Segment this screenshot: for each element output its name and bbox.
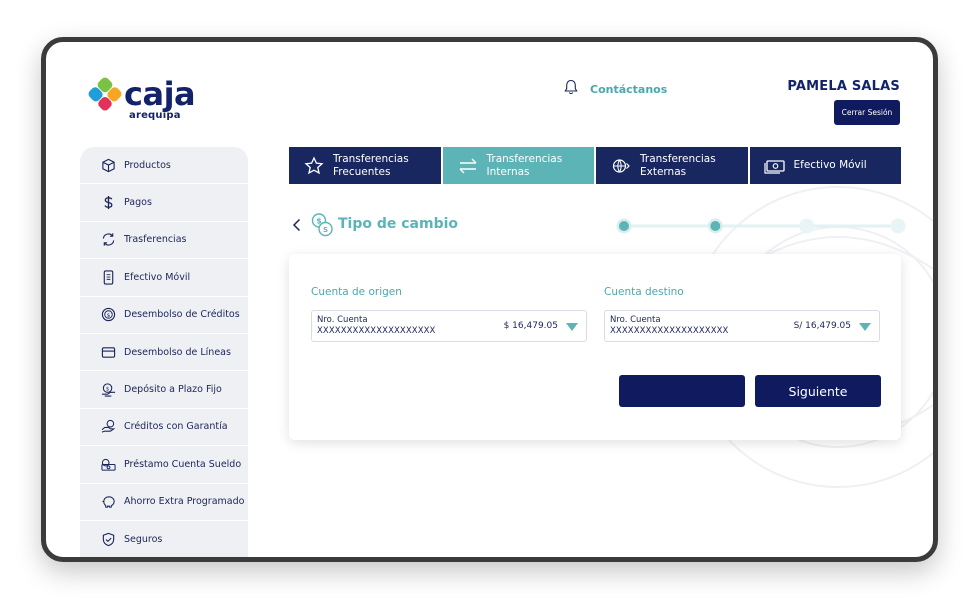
sidebar-item-desembolso-lineas[interactable]: Desembolso de Líneas (80, 334, 248, 372)
card-icon (100, 344, 116, 360)
brand-name: caja (124, 75, 196, 113)
sidebar-item-label: Préstamo Cuenta Sueldo (124, 458, 242, 470)
sidebar-item-seguros[interactable]: Seguros (80, 521, 248, 557)
sidebar-item-label: Productos (124, 159, 171, 171)
svg-text:S: S (323, 226, 328, 234)
sidebar: Productos Pagos Trasferencias Efectivo M… (80, 147, 248, 557)
origin-account-label: Cuenta de origen (311, 286, 402, 298)
globe-icon (610, 156, 632, 176)
sidebar-item-desembolso-creditos[interactable]: $ Desembolso de Créditos (80, 297, 248, 334)
sidebar-item-trasferencias[interactable]: Trasferencias (80, 222, 248, 260)
svg-text:$: $ (316, 217, 322, 226)
caret-down-icon (566, 323, 578, 331)
transfer-tabs: Transferencias Frecuentes Transferencias… (289, 147, 901, 184)
origin-account-key: Nro. Cuenta (317, 315, 368, 325)
tab-label: Transferencias Externas (640, 152, 716, 178)
destination-account-key: Nro. Cuenta (610, 315, 661, 325)
sidebar-item-label: Desembolso de Créditos (124, 309, 240, 321)
transfer-form-card: Cuenta de origen Nro. Cuenta XXXXXXXXXXX… (289, 254, 901, 440)
tab-label: Transferencias Frecuentes (333, 152, 409, 178)
back-chevron-icon[interactable] (292, 217, 304, 233)
brand-subtitle: arequipa (129, 110, 181, 121)
phone-cash-icon (100, 269, 116, 285)
destination-account-select[interactable]: Nro. Cuenta XXXXXXXXXXXXXXXXXXXX S/ 16,4… (604, 310, 880, 342)
sidebar-item-label: Efectivo Móvil (124, 271, 191, 283)
tab-transferencias-externas[interactable]: Transferencias Externas (596, 147, 748, 184)
bell-icon (564, 79, 578, 99)
stepper-dot (890, 218, 906, 234)
tab-label: Transferencias Internas (486, 152, 563, 178)
caret-down-icon (859, 323, 871, 331)
sidebar-item-prestamo-cuenta-sueldo[interactable]: Préstamo Cuenta Sueldo (80, 446, 248, 484)
stepper-dot (710, 221, 721, 231)
sidebar-item-ahorro-extra-programado[interactable]: Ahorro Extra Programado (80, 484, 248, 521)
origin-account-number: XXXXXXXXXXXXXXXXXXXX (317, 326, 436, 336)
stepper-dot (619, 221, 629, 231)
sidebar-item-label: Pagos (124, 197, 152, 209)
sidebar-item-productos[interactable]: Productos (80, 147, 248, 185)
tab-transferencias-frecuentes[interactable]: Transferencias Frecuentes (289, 147, 441, 184)
user-name: PAMELA SALAS (787, 79, 900, 94)
contact-label: Contáctanos (590, 82, 668, 96)
app-window: caja arequipa Contáctanos PAMELA SALAS C… (41, 37, 938, 562)
next-button[interactable]: Siguiente (755, 375, 881, 407)
sidebar-item-label: Desembolso de Líneas (124, 346, 231, 358)
stepper-dot (799, 218, 815, 234)
step-title: Tipo de cambio (338, 216, 459, 232)
sidebar-item-pagos[interactable]: Pagos (80, 184, 248, 222)
shield-icon (100, 531, 116, 547)
logo-mark-icon (86, 75, 124, 113)
refresh-icon (100, 232, 116, 248)
progress-stepper (616, 218, 906, 234)
savings-icon: $ (100, 382, 116, 398)
coin-icon: $ (100, 307, 116, 323)
sidebar-item-label: Ahorro Extra Programado (124, 496, 245, 508)
sidebar-item-deposito-plazo-fijo[interactable]: $ Depósito a Plazo Fijo (80, 371, 248, 409)
hand-coin-icon (100, 419, 116, 435)
dollar-icon (100, 195, 116, 211)
sidebar-item-label: Seguros (124, 533, 163, 545)
sidebar-item-efectivo-movil[interactable]: Efectivo Móvil (80, 259, 248, 297)
swap-arrows-icon (457, 156, 479, 176)
svg-text:$: $ (105, 386, 108, 392)
exchange-rate-icon: $ S (311, 213, 333, 237)
contact-link[interactable]: Contáctanos (564, 79, 667, 99)
destination-account-label: Cuenta destino (604, 286, 684, 298)
tab-label: Efectivo Móvil (793, 159, 867, 171)
tab-transferencias-internas[interactable]: Transferencias Internas (442, 147, 594, 184)
box-icon (100, 157, 116, 173)
logout-button[interactable]: Cerrar Sesión (834, 100, 900, 125)
origin-account-balance: $ 16,479.05 (503, 321, 558, 331)
origin-account-select[interactable]: Nro. Cuenta XXXXXXXXXXXXXXXXXXXX $ 16,47… (311, 310, 587, 342)
star-icon (303, 155, 325, 176)
tab-efectivo-movil[interactable]: Efectivo Móvil (749, 147, 901, 184)
destination-account-balance: S/ 16,479.05 (793, 321, 851, 331)
money-icon (763, 156, 786, 176)
brand-logo[interactable]: caja arequipa (86, 75, 196, 121)
svg-text:$: $ (106, 313, 110, 319)
sidebar-item-creditos-garantia[interactable]: Créditos con Garantía (80, 409, 248, 447)
sidebar-item-label: Trasferencias (124, 234, 187, 246)
back-button[interactable] (619, 375, 745, 407)
sidebar-item-label: Depósito a Plazo Fijo (124, 384, 222, 396)
cash-stack-icon (100, 456, 116, 472)
destination-account-number: XXXXXXXXXXXXXXXXXXXX (610, 326, 729, 336)
sidebar-item-label: Créditos con Garantía (124, 421, 228, 433)
piggy-bank-icon (100, 494, 116, 510)
